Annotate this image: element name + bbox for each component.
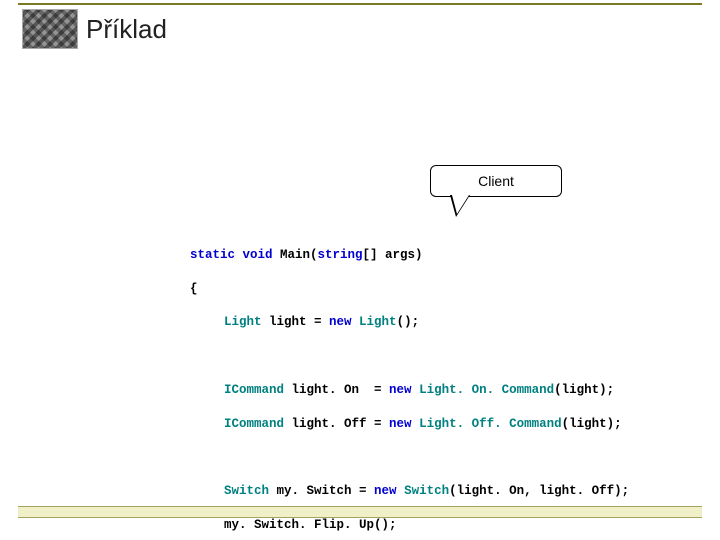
code-sample: static void Main(string[] args) { Light … bbox=[190, 230, 629, 540]
callout-tail-icon bbox=[450, 195, 470, 217]
top-rule bbox=[18, 3, 702, 5]
code-blank-line bbox=[190, 348, 629, 365]
code-text: light = bbox=[262, 315, 330, 329]
code-text: light. On = bbox=[284, 383, 389, 397]
code-line: static void Main(string[] args) bbox=[190, 247, 629, 264]
code-line: Light light = new Light(); bbox=[224, 314, 629, 331]
code-text: (light); bbox=[554, 383, 614, 397]
code-text: (); bbox=[397, 315, 420, 329]
logo-image bbox=[22, 9, 78, 49]
keyword: new bbox=[374, 484, 404, 498]
keyword: new bbox=[389, 417, 419, 431]
bottom-rule bbox=[18, 506, 702, 518]
type: Light bbox=[224, 315, 262, 329]
client-callout: Client bbox=[430, 165, 562, 197]
code-text: Main( bbox=[273, 248, 318, 262]
page-title: Příklad bbox=[86, 14, 167, 45]
code-text: (light. On, light. Off); bbox=[449, 484, 629, 498]
type: ICommand bbox=[224, 417, 284, 431]
code-text: light. Off = bbox=[284, 417, 389, 431]
type: Switch bbox=[404, 484, 449, 498]
type: Switch bbox=[224, 484, 269, 498]
code-line: ICommand light. On = new Light. On. Comm… bbox=[224, 382, 629, 399]
type: ICommand bbox=[224, 383, 284, 397]
type: Light. Off. Command bbox=[419, 417, 562, 431]
code-line: Switch my. Switch = new Switch(light. On… bbox=[224, 483, 629, 500]
code-text: [] args) bbox=[363, 248, 423, 262]
keyword: new bbox=[389, 383, 419, 397]
code-line: { bbox=[190, 281, 629, 298]
code-line: my. Switch. Flip. Up(); bbox=[224, 517, 629, 534]
keyword: new bbox=[329, 315, 359, 329]
code-blank-line bbox=[190, 449, 629, 466]
code-text: (light); bbox=[562, 417, 622, 431]
keyword: static void bbox=[190, 248, 273, 262]
type: Light bbox=[359, 315, 397, 329]
code-line: ICommand light. Off = new Light. Off. Co… bbox=[224, 416, 629, 433]
code-text: my. Switch = bbox=[269, 484, 374, 498]
keyword: string bbox=[318, 248, 363, 262]
type: Light. On. Command bbox=[419, 383, 554, 397]
